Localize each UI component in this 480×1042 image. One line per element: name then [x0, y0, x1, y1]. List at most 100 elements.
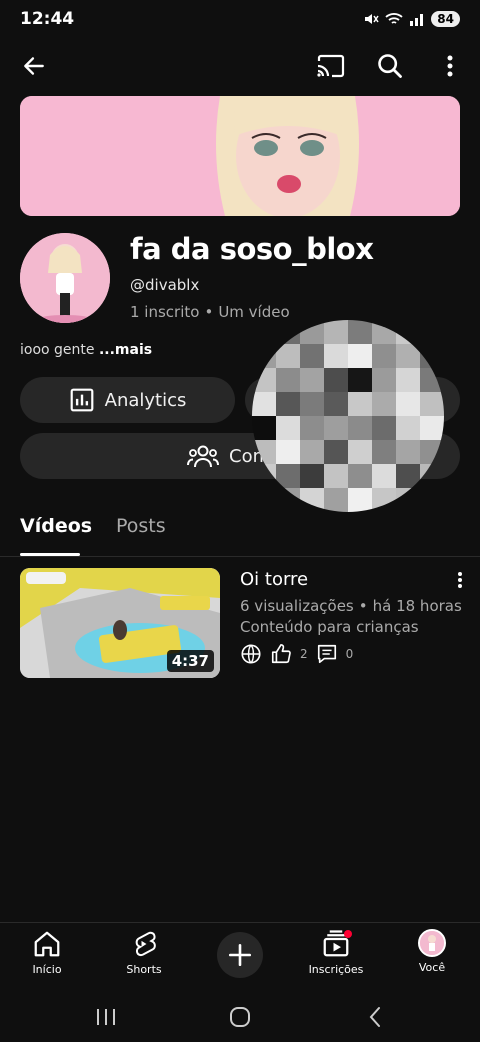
mosaic-cell: [276, 464, 300, 488]
mosaic-cell: [372, 440, 396, 464]
cast-button[interactable]: [310, 46, 350, 86]
video-more-button[interactable]: [448, 568, 472, 592]
mosaic-cell: [276, 368, 300, 392]
avatar-image: [20, 233, 110, 323]
mosaic-cell: [372, 392, 396, 416]
like-count: 2: [300, 647, 308, 661]
description-more-link[interactable]: ...mais: [99, 342, 152, 358]
stats-separator: •: [204, 303, 214, 321]
channel-tabs: Vídeos Posts: [0, 505, 480, 557]
mosaic-cell: [324, 416, 348, 440]
top-app-bar: [0, 40, 480, 92]
create-button[interactable]: [217, 932, 263, 978]
mosaic-cell: [348, 440, 372, 464]
mosaic-cell: [420, 416, 444, 440]
nav-home-label: Início: [32, 963, 62, 976]
video-meta: 6 visualizações • há 18 horas: [240, 597, 462, 615]
mosaic-cell: [348, 392, 372, 416]
mosaic-cell: [324, 344, 348, 368]
video-duration: 4:37: [166, 650, 214, 672]
mosaic-cell: [252, 416, 276, 440]
public-globe-icon: [241, 644, 261, 664]
notification-dot: [344, 930, 352, 938]
video-count: Um vídeo: [218, 303, 290, 321]
tab-videos[interactable]: Vídeos: [20, 515, 92, 537]
mosaic-cell: [372, 320, 396, 344]
mosaic-cell: [348, 464, 372, 488]
signal-icon: [410, 14, 424, 26]
mosaic-cell: [300, 368, 324, 392]
nav-shorts[interactable]: Shorts: [104, 929, 184, 976]
mosaic-cell: [252, 320, 276, 344]
back-system-button[interactable]: [355, 1002, 395, 1032]
chevron-left-icon: [369, 1007, 380, 1027]
mosaic-cell: [396, 344, 420, 368]
tab-posts[interactable]: Posts: [116, 515, 166, 537]
mosaic-cell: [276, 344, 300, 368]
channel-avatar[interactable]: [20, 233, 110, 323]
status-icons: 84: [363, 11, 460, 27]
mosaic-cell: [396, 392, 420, 416]
mosaic-cell: [276, 392, 300, 416]
mosaic-cell: [348, 320, 372, 344]
bottom-navigation: Início Shorts Inscrições Você: [0, 922, 480, 992]
mosaic-cell: [252, 392, 276, 416]
wifi-icon: [385, 13, 403, 24]
video-title[interactable]: Oi torre: [240, 569, 308, 590]
nav-subscriptions-label: Inscrições: [308, 963, 364, 976]
nav-you-label: Você: [418, 961, 446, 974]
comment-icon: [317, 644, 336, 664]
recents-button[interactable]: [86, 1002, 126, 1032]
mosaic-cell: [348, 368, 372, 392]
more-vert-icon: [458, 572, 462, 588]
tab-selected-indicator: [20, 553, 80, 556]
video-thumbnail[interactable]: 4:37: [20, 568, 220, 678]
channel-description[interactable]: iooo gente ...mais: [20, 342, 152, 358]
mosaic-cell: [324, 320, 348, 344]
mosaic-cell: [300, 344, 324, 368]
like-icon: [271, 644, 291, 664]
home-icon: [34, 931, 60, 957]
video-views: 6 visualizações: [240, 597, 354, 615]
mute-icon: [365, 14, 379, 24]
community-icon: [187, 445, 220, 468]
cast-icon: [317, 54, 345, 78]
mosaic-cell: [420, 320, 444, 344]
channel-banner[interactable]: [20, 96, 460, 216]
channel-stats: 1 inscrito • Um vídeo: [130, 303, 290, 321]
analytics-label: Analytics: [104, 389, 187, 411]
mosaic-cell: [396, 320, 420, 344]
mosaic-cell: [300, 392, 324, 416]
comment-count: 0: [345, 647, 354, 661]
nav-shorts-label: Shorts: [126, 963, 162, 976]
mosaic-cell: [372, 344, 396, 368]
channel-name: fa da soso_blox: [130, 232, 374, 266]
search-icon: [378, 54, 402, 78]
mosaic-cell: [324, 368, 348, 392]
mosaic-cell: [324, 392, 348, 416]
banner-image: [20, 96, 460, 216]
pixelated-overlay: [252, 320, 444, 512]
home-system-button[interactable]: [220, 1002, 260, 1032]
nav-home[interactable]: Início: [7, 929, 87, 976]
mosaic-cell: [372, 416, 396, 440]
status-bar: 12:44 84: [0, 0, 480, 38]
back-button[interactable]: [14, 46, 54, 86]
more-options-button[interactable]: [430, 46, 470, 86]
mosaic-cell: [396, 464, 420, 488]
mosaic-cell: [324, 440, 348, 464]
mosaic-cell: [276, 440, 300, 464]
meta-separator: •: [358, 597, 368, 615]
plus-icon: [228, 943, 252, 967]
status-time: 12:44: [20, 9, 75, 29]
shorts-icon: [135, 931, 156, 957]
mosaic-cell: [396, 368, 420, 392]
nav-subscriptions[interactable]: Inscrições: [296, 929, 376, 976]
mosaic-cell: [348, 416, 372, 440]
channel-handle: @divablx: [130, 276, 200, 294]
nav-you[interactable]: Você: [392, 929, 472, 974]
analytics-button[interactable]: Analytics: [20, 377, 235, 423]
search-button[interactable]: [370, 46, 410, 86]
kids-content-label: Conteúdo para crianças: [240, 618, 419, 636]
system-navigation-bar: [0, 992, 480, 1042]
